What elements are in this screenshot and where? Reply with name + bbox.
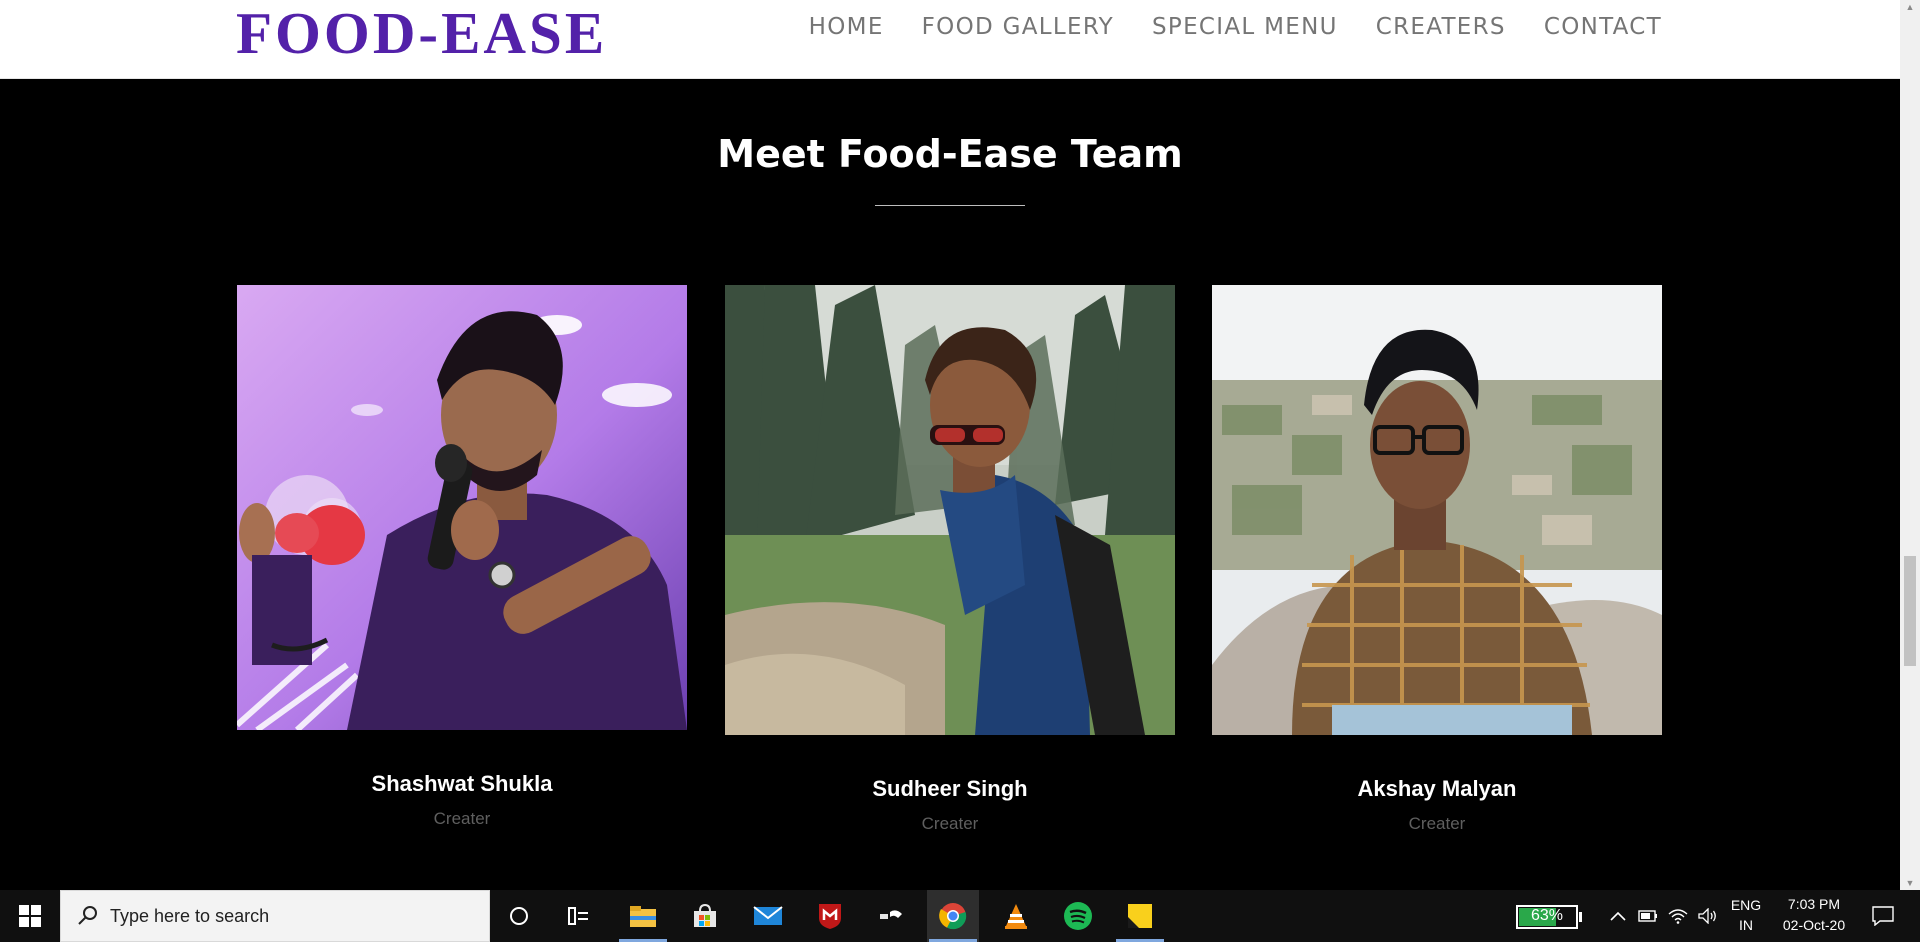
store-icon[interactable]: [679, 890, 731, 942]
sticky-notes-icon[interactable]: [1114, 890, 1166, 942]
title-underline: [875, 205, 1025, 206]
taskbar-search-box[interactable]: Type here to search: [60, 890, 490, 942]
file-explorer-icon[interactable]: [617, 890, 669, 942]
web-page: FOOD-EASE HOME FOOD GALLERY SPECIAL MENU…: [0, 0, 1900, 890]
clock-date[interactable]: 02-Oct-20: [1774, 917, 1854, 933]
clock-time[interactable]: 7:03 PM: [1774, 896, 1854, 912]
spotify-icon[interactable]: [1052, 890, 1104, 942]
vlc-icon[interactable]: [990, 890, 1042, 942]
navbar: FOOD-EASE HOME FOOD GALLERY SPECIAL MENU…: [0, 0, 1900, 79]
cortana-icon[interactable]: [493, 890, 545, 942]
wifi-icon[interactable]: [1666, 890, 1690, 942]
nav-item-special-menu[interactable]: SPECIAL MENU: [1152, 12, 1338, 42]
team-member-name: Shashwat Shukla: [371, 771, 553, 796]
scroll-down-arrow-icon[interactable]: ▼: [1900, 876, 1920, 890]
volume-icon[interactable]: [1696, 890, 1720, 942]
notifications-icon[interactable]: [1862, 890, 1904, 942]
nav-item-food-gallery[interactable]: FOOD GALLERY: [922, 12, 1114, 42]
main-nav: HOME FOOD GALLERY SPECIAL MENU CREATERS …: [771, 12, 1662, 42]
show-hidden-icons-chevron-icon[interactable]: [1606, 890, 1630, 942]
team-member-role: Creater: [921, 814, 979, 833]
vertical-scrollbar[interactable]: ▲ ▼: [1900, 0, 1920, 890]
nav-item-home[interactable]: HOME: [809, 12, 884, 42]
brand-logo[interactable]: FOOD-EASE: [236, 0, 607, 66]
battery-tray-icon[interactable]: [1636, 890, 1660, 942]
region-indicator[interactable]: IN: [1728, 917, 1764, 933]
team-photo-sudheer: [725, 285, 1175, 735]
team-photo-akshay: [1212, 285, 1662, 735]
search-icon: [78, 906, 97, 925]
battery-percent: 63%: [1530, 907, 1564, 924]
chrome-icon[interactable]: [927, 890, 979, 942]
team-member-name: Akshay Malyan: [1357, 776, 1517, 801]
team-member-name: Sudheer Singh: [872, 776, 1028, 801]
team-photo-shashwat: [237, 285, 687, 730]
media-app-icon[interactable]: [866, 890, 918, 942]
section-title: Meet Food-Ease Team: [717, 132, 1183, 176]
team-member-role: Creater: [1408, 814, 1466, 833]
nav-item-contact[interactable]: CONTACT: [1544, 12, 1662, 42]
task-view-icon[interactable]: [553, 890, 605, 942]
team-member-role: Creater: [433, 809, 491, 828]
scroll-up-arrow-icon[interactable]: ▲: [1900, 0, 1920, 14]
start-button[interactable]: [0, 890, 60, 942]
windows-logo-icon: [19, 905, 41, 927]
mcafee-icon[interactable]: [804, 890, 856, 942]
search-placeholder: Type here to search: [110, 906, 270, 926]
scroll-thumb[interactable]: [1904, 556, 1916, 666]
windows-taskbar: Type here to search 63% ENG IN 7:03 PM 0…: [0, 890, 1920, 942]
language-indicator[interactable]: ENG: [1728, 897, 1764, 913]
battery-nub: [1579, 912, 1582, 922]
nav-item-creaters[interactable]: CREATERS: [1376, 12, 1506, 42]
mail-icon[interactable]: [742, 890, 794, 942]
